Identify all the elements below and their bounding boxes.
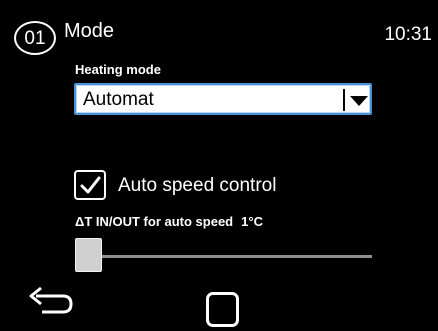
clock: 10:31 <box>384 24 432 45</box>
page-title: Mode <box>64 20 115 42</box>
checkmark-icon <box>80 176 101 194</box>
delta-t-label: ΔT IN/OUT for auto speed 1°C <box>75 214 263 230</box>
dropdown-separator <box>343 89 345 111</box>
mode-screen: 01 Mode 10:31 Heating mode Automat Auto … <box>0 0 438 331</box>
heating-mode-label: Heating mode <box>75 62 161 77</box>
delta-t-slider-thumb[interactable] <box>75 238 102 272</box>
heating-mode-value: Automat <box>83 89 154 110</box>
delta-t-value: 1°C <box>241 214 263 229</box>
back-arrow-icon <box>29 286 73 314</box>
back-button[interactable] <box>26 283 76 317</box>
chevron-down-icon[interactable] <box>350 96 368 106</box>
auto-speed-label[interactable]: Auto speed control <box>118 175 276 197</box>
delta-t-slider-track[interactable] <box>75 255 372 258</box>
screen-number-badge: 01 <box>14 21 56 55</box>
auto-speed-checkbox[interactable] <box>74 170 106 200</box>
delta-t-label-text: ΔT IN/OUT for auto speed <box>75 214 234 229</box>
home-button[interactable] <box>206 292 239 327</box>
heating-mode-dropdown[interactable]: Automat <box>74 83 372 115</box>
screen-number: 01 <box>24 27 46 49</box>
